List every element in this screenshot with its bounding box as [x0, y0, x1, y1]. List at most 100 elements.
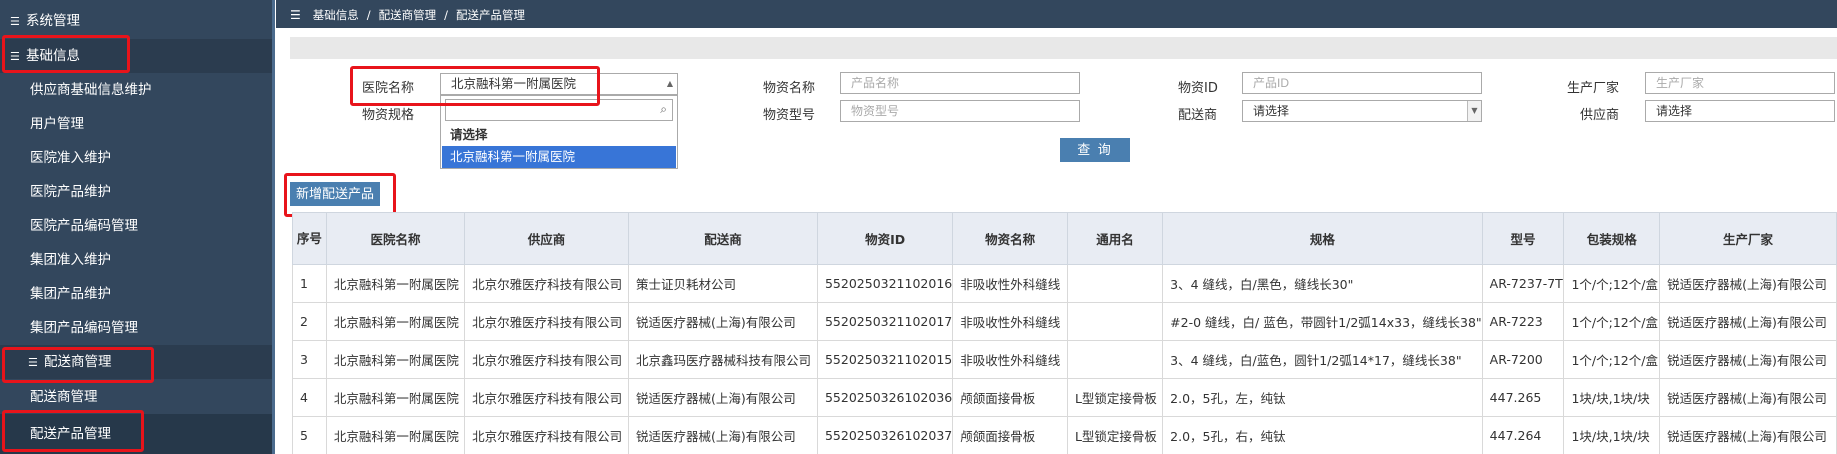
dropdown-option[interactable]: 请选择	[442, 124, 676, 146]
table-cell: 447.264	[1481, 416, 1565, 454]
material-spec-label: 物资规格	[362, 108, 415, 123]
table-row[interactable]: 3 北京融科第一附属医院 北京尔雅医疗科技有限公司 北京鑫玛医疗器械科技有限公司 552…	[292, 340, 1837, 379]
sidebar-item-hospital-product-codes[interactable]: 医院产品编码管理	[0, 209, 272, 243]
table-cell: 1个/个;12个/盒	[1563, 340, 1661, 379]
sidebar-item-user-management[interactable]: 用户管理	[0, 107, 272, 141]
sidebar-item-label: 医院产品编码管理	[30, 218, 138, 234]
column-header[interactable]: 生产厂家	[1659, 212, 1837, 265]
hospital-dropdown: ⌕ 请选择 北京融科第一附属医院	[440, 95, 678, 169]
table-cell: 颅颌面接骨板	[952, 378, 1068, 417]
column-header[interactable]: 型号	[1481, 212, 1565, 265]
table-cell: 1块/块,1块/块	[1563, 378, 1661, 417]
dropdown-option-selected[interactable]: 北京融科第一附属医院	[442, 146, 676, 168]
table-cell: 非吸收性外科缝线	[952, 340, 1068, 379]
sidebar-item-group-access[interactable]: 集团准入维护	[0, 243, 272, 277]
table-cell: 2.0，5孔，左，纯钛	[1162, 378, 1483, 417]
breadcrumb-separator: /	[366, 8, 371, 22]
query-button[interactable]: 查 询	[1060, 138, 1130, 162]
table-cell: 策士证贝耗材公司	[628, 264, 818, 303]
breadcrumb-item[interactable]: 配送商管理	[379, 8, 437, 22]
material-name-label: 物资名称	[763, 81, 816, 96]
column-header[interactable]: 配送商	[628, 212, 818, 265]
hospital-name-select[interactable]: 北京融科第一附属医院 ▲	[440, 73, 678, 95]
supplier-select[interactable]: 请选择	[1645, 100, 1835, 122]
table-cell: 447.265	[1481, 378, 1565, 417]
search-icon: ⌕	[660, 102, 667, 116]
column-header[interactable]: 物资ID	[816, 212, 954, 265]
list-icon: ☰	[10, 15, 20, 28]
material-name-input[interactable]	[840, 72, 1080, 94]
sidebar-group-system[interactable]: ☰ 系统管理	[0, 4, 272, 38]
sidebar-item-label: 配送商管理	[44, 354, 112, 370]
table-cell: 非吸收性外科缝线	[952, 302, 1068, 341]
hospital-name-value: 北京融科第一附属医院	[451, 76, 577, 91]
column-header[interactable]: 通用名	[1066, 212, 1164, 265]
table-cell: 锐适医疗器械(上海)有限公司	[628, 416, 818, 454]
sidebar-item-label: 集团产品维护	[30, 286, 111, 302]
breadcrumb-separator: /	[444, 8, 449, 22]
table-cell: 北京融科第一附属医院	[325, 378, 466, 417]
table-cell: 非吸收性外科缝线	[952, 264, 1068, 303]
breadcrumb-item[interactable]: 基础信息	[313, 8, 359, 22]
table-cell: 锐适医疗器械(上海)有限公司	[1659, 302, 1837, 341]
table-cell: 北京融科第一附属医院	[325, 340, 466, 379]
column-header[interactable]: 供应商	[464, 212, 630, 265]
table-cell: 锐适医疗器械(上海)有限公司	[1659, 340, 1837, 379]
material-id-input[interactable]	[1242, 72, 1482, 94]
sidebar-item-label: 医院准入维护	[30, 150, 111, 166]
table-cell: 5520250321102015	[816, 340, 954, 379]
sidebar-item-supplier-info[interactable]: 供应商基础信息维护	[0, 73, 272, 107]
sidebar-item-group-product-codes[interactable]: 集团产品编码管理	[0, 311, 272, 345]
sidebar-item-label: 基础信息	[26, 48, 80, 64]
sidebar-item-label: 供应商基础信息维护	[30, 82, 152, 98]
table-cell: 5520250326102037	[816, 416, 954, 454]
manufacturer-label: 生产厂家	[1567, 81, 1620, 96]
sidebar-group-distributor-management[interactable]: ☰ 配送商管理	[0, 345, 272, 379]
list-icon: ☰	[28, 356, 38, 369]
sidebar-item-distribution-products[interactable]: 配送产品管理	[0, 414, 272, 454]
table-row[interactable]: 5 北京融科第一附属医院 北京尔雅医疗科技有限公司 锐适医疗器械(上海)有限公司 552…	[292, 416, 1837, 454]
table-cell: 锐适医疗器械(上海)有限公司	[1659, 378, 1837, 417]
toolbar-strip	[290, 37, 1837, 59]
column-header[interactable]: 包装规格	[1563, 212, 1661, 265]
table-row[interactable]: 2 北京融科第一附属医院 北京尔雅医疗科技有限公司 锐适医疗器械(上海)有限公司 552…	[292, 302, 1837, 341]
table-header-row: 序号 医院名称 供应商 配送商 物资ID 物资名称 通用名 规格 型号 包装规格…	[292, 212, 1837, 265]
table-cell: 3、4 缝线，白/黑色，缝线长30"	[1162, 264, 1483, 303]
manufacturer-input[interactable]	[1645, 72, 1835, 94]
dropdown-search-input[interactable]: ⌕	[445, 99, 673, 121]
table-cell: 2.0，5孔，右，纯钛	[1162, 416, 1483, 454]
table-cell: 锐适医疗器械(上海)有限公司	[628, 302, 818, 341]
table-cell: 2	[292, 302, 327, 341]
sidebar-item-label: 配送商管理	[30, 389, 98, 405]
distributor-select[interactable]: 请选择 ▼	[1242, 100, 1482, 122]
add-distribution-product-button[interactable]: 新增配送产品	[290, 182, 380, 206]
table-cell: 颅颌面接骨板	[952, 416, 1068, 454]
table-cell: 1个/个;12个/盒	[1563, 302, 1661, 341]
table-cell: 北京鑫玛医疗器械科技有限公司	[628, 340, 818, 379]
table-row[interactable]: 1 北京融科第一附属医院 北京尔雅医疗科技有限公司 策士证贝耗材公司 552025032…	[292, 264, 1837, 303]
column-header[interactable]: 物资名称	[952, 212, 1068, 265]
table-cell: #2-0 缝线，白/ 蓝色，带圆针1/2弧14x33，缝线长38"	[1162, 302, 1483, 341]
table-cell: 北京尔雅医疗科技有限公司	[464, 302, 630, 341]
sidebar-item-distributor-management[interactable]: 配送商管理	[0, 380, 272, 414]
sidebar-item-label: 集团产品编码管理	[30, 320, 138, 336]
table-cell: AR-7223	[1481, 302, 1565, 341]
menu-icon[interactable]: ☰	[290, 0, 301, 30]
sidebar-item-label: 医院产品维护	[30, 184, 111, 200]
sidebar-item-group-products[interactable]: 集团产品维护	[0, 277, 272, 311]
hospital-name-label: 医院名称	[362, 81, 415, 96]
table-row[interactable]: 4 北京融科第一附属医院 北京尔雅医疗科技有限公司 锐适医疗器械(上海)有限公司 552…	[292, 378, 1837, 417]
table-cell: 1块/块,1块/块	[1563, 416, 1661, 454]
column-header[interactable]: 规格	[1162, 212, 1483, 265]
table-cell: 锐适医疗器械(上海)有限公司	[628, 378, 818, 417]
table-cell: 1个/个;12个/盒	[1563, 264, 1661, 303]
column-header[interactable]: 医院名称	[325, 212, 466, 265]
table-cell: L型锁定接骨板	[1066, 416, 1164, 454]
table-cell: AR-7200	[1481, 340, 1565, 379]
material-model-input[interactable]	[840, 100, 1080, 122]
column-header[interactable]: 序号	[292, 212, 327, 265]
sidebar-item-hospital-access[interactable]: 医院准入维护	[0, 141, 272, 175]
sidebar-group-basic-info[interactable]: ☰ 基础信息	[0, 39, 272, 73]
sidebar-item-hospital-products[interactable]: 医院产品维护	[0, 175, 272, 209]
material-id-label: 物资ID	[1178, 81, 1218, 96]
